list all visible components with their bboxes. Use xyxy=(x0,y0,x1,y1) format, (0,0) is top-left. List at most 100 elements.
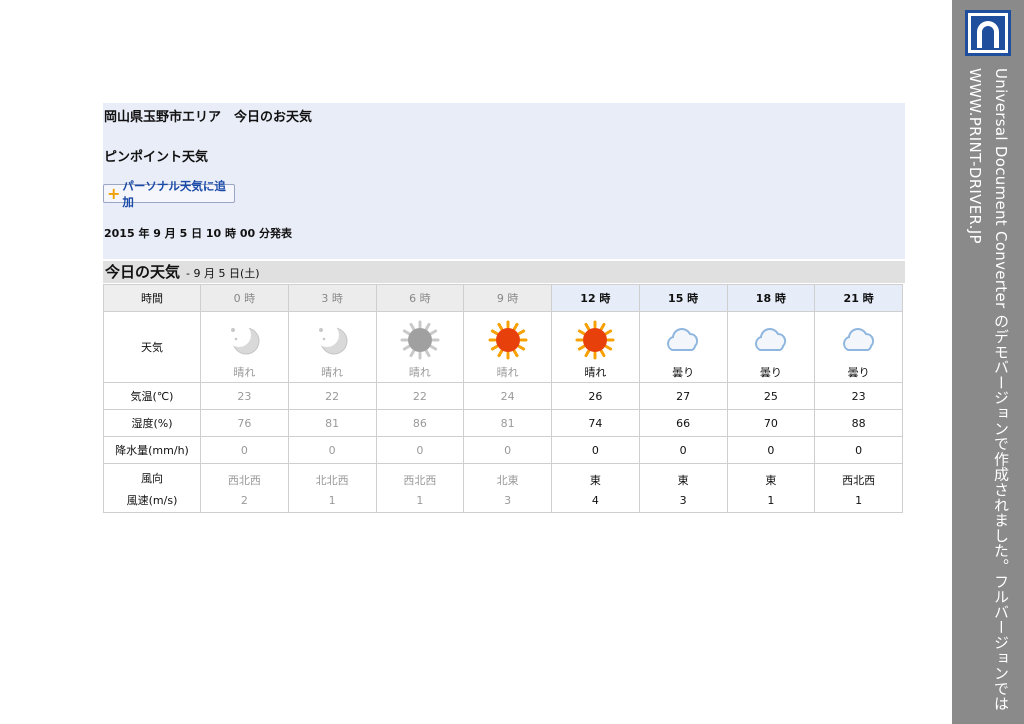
page-title: 岡山県玉野市エリア 今日のお天気 xyxy=(104,110,313,125)
wind-cell: 東4 xyxy=(551,463,640,513)
wind-direction: 西北西 xyxy=(842,473,876,487)
hour-cell: 6 時 xyxy=(375,284,465,312)
row-label-weather: 天気 xyxy=(103,311,201,383)
temp-cell: 24 xyxy=(463,382,552,410)
weather-label: 曇り xyxy=(672,366,695,379)
humidity-cell: 81 xyxy=(463,409,552,437)
hour-cell: 21 時 xyxy=(814,284,903,312)
humidity-cell: 76 xyxy=(200,409,289,437)
weather-cell: 晴れ xyxy=(375,311,465,383)
temp-row: 気温(℃) 23 22 22 24 26 27 25 23 xyxy=(103,382,903,410)
hour-cell: 15 時 xyxy=(638,284,728,312)
humidity-cell: 88 xyxy=(814,409,903,437)
weather-cell: 曇り xyxy=(726,311,816,383)
temp-cell: 22 xyxy=(287,382,377,410)
precip-cell: 0 xyxy=(638,436,728,464)
hour-cell: 0 時 xyxy=(200,284,289,312)
hour-cell: 18 時 xyxy=(726,284,816,312)
cloud-icon xyxy=(839,320,879,360)
humidity-row: 湿度(%) 76 81 86 81 74 66 70 88 xyxy=(103,409,903,437)
cloud-icon xyxy=(751,320,791,360)
published-time: 2015 年 9 月 5 日 10 時 00 分発表 xyxy=(104,227,293,240)
add-button-label: パーソナル天気に追加 xyxy=(122,178,226,209)
wind-cell: 西北西 1 xyxy=(375,463,465,513)
weather-cell: 曇り xyxy=(814,311,903,383)
wind-speed: 4 xyxy=(591,493,599,507)
moon-icon xyxy=(224,320,264,360)
wind-cell: 北東 3 xyxy=(463,463,552,513)
humidity-cell: 74 xyxy=(551,409,640,437)
weather-label: 晴れ xyxy=(321,366,344,379)
sun-grey-icon xyxy=(400,320,440,360)
weather-label: 晴れ xyxy=(233,366,256,379)
hour-cell: 12 時 xyxy=(551,284,640,312)
weather-cell: 晴れ xyxy=(551,311,640,383)
temp-cell: 27 xyxy=(638,382,728,410)
weather-cell: 晴れ xyxy=(287,311,377,383)
temp-cell: 25 xyxy=(726,382,816,410)
temp-cell: 22 xyxy=(375,382,465,410)
weather-label: 晴れ xyxy=(496,366,519,379)
wind-speed: 3 xyxy=(679,493,687,507)
wind-row: 風向 風速(m/s) 西北西 2 北北西 1 西北西 1 北東 3 東 4 東 3 東 1 西北西 1 xyxy=(103,463,903,513)
cloud-icon xyxy=(663,320,703,360)
weather-label: 曇り xyxy=(847,366,870,379)
plus-icon: + xyxy=(107,183,121,203)
row-label-wind_dir: 風向 xyxy=(141,472,163,485)
sun-icon xyxy=(575,320,615,360)
wind-cell: 東3 xyxy=(638,463,728,513)
hour-cell: 9 時 xyxy=(463,284,552,312)
watermark-url: WWW.PRINT-DRIVER.JP xyxy=(966,68,984,244)
hour-row: 時間 0 時3 時6 時9 時 12 時 15 時 18 時 21 時 xyxy=(103,284,903,312)
wind-direction: 西北西 xyxy=(403,473,437,487)
wind-direction: 東 xyxy=(765,473,777,487)
humidity-cell: 70 xyxy=(726,409,816,437)
precip-row: 降水量(mm/h) 0 0 0 0 0 0 0 0 xyxy=(103,436,903,464)
humidity-cell: 66 xyxy=(638,409,728,437)
wind-direction: 東 xyxy=(589,473,601,487)
temp-cell: 23 xyxy=(814,382,903,410)
add-personal-weather-button[interactable]: + パーソナル天気に追加 xyxy=(103,179,235,209)
temp-cell: 26 xyxy=(551,382,640,410)
wind-direction: 西北西 xyxy=(227,473,261,487)
temp-cell: 23 xyxy=(200,382,289,410)
moon-icon xyxy=(312,320,352,360)
wind-speed: 2 xyxy=(240,493,248,507)
wind-cell: 西北西 1 xyxy=(814,463,903,513)
precip-cell: 0 xyxy=(287,436,377,464)
precip-cell: 0 xyxy=(551,436,640,464)
row-label-time: 時間 xyxy=(103,284,201,312)
humidity-cell: 86 xyxy=(375,409,465,437)
wind-cell: 西北西 2 xyxy=(200,463,289,513)
wind-speed: 1 xyxy=(328,493,336,507)
converter-logo-icon xyxy=(965,10,1011,56)
wind-direction: 北東 xyxy=(496,473,519,487)
humidity-cell: 81 xyxy=(287,409,377,437)
watermark-text: Universal Document Converter のデモバージョンで作成… xyxy=(992,68,1010,712)
precip-cell: 0 xyxy=(463,436,552,464)
weather-cell: 晴れ xyxy=(200,311,289,383)
row-label-temp: 気温(℃) xyxy=(103,382,201,410)
precip-cell: 0 xyxy=(375,436,465,464)
wind-speed: 3 xyxy=(504,493,512,507)
row-label-precip: 降水量(mm/h) xyxy=(103,436,201,464)
page-subtitle: ピンポイント天気 xyxy=(104,150,209,165)
precip-cell: 0 xyxy=(200,436,289,464)
precip-cell: 0 xyxy=(726,436,816,464)
weather-row: 天気 晴れ 晴れ 晴れ 晴れ 晴れ 曇り 曇り 曇り xyxy=(103,311,903,383)
today-header: 今日の天気 - 9 月 5 日(土) xyxy=(103,261,905,283)
weather-cell: 晴れ xyxy=(463,311,552,383)
forecast-table: 時間 0 時3 時6 時9 時 12 時 15 時 18 時 21 時天気 晴れ 晴れ 晴れ 晴れ… xyxy=(103,284,903,513)
today-date: - 9 月 5 日(土) xyxy=(186,267,260,280)
weather-label: 晴れ xyxy=(584,366,607,379)
wind-cell: 北北西 1 xyxy=(287,463,377,513)
wind-speed: 1 xyxy=(416,493,424,507)
wind-speed: 1 xyxy=(767,493,775,507)
wind-cell: 東1 xyxy=(726,463,816,513)
wind-direction: 北北西 xyxy=(315,473,349,487)
row-label-wind: 風向風速(m/s) xyxy=(103,463,201,513)
watermark-sidebar: Universal Document Converter のデモバージョンで作成… xyxy=(952,0,1024,724)
wind-direction: 東 xyxy=(677,473,689,487)
sun-icon xyxy=(488,320,528,360)
row-label-wind_speed: 風速(m/s) xyxy=(126,494,178,507)
